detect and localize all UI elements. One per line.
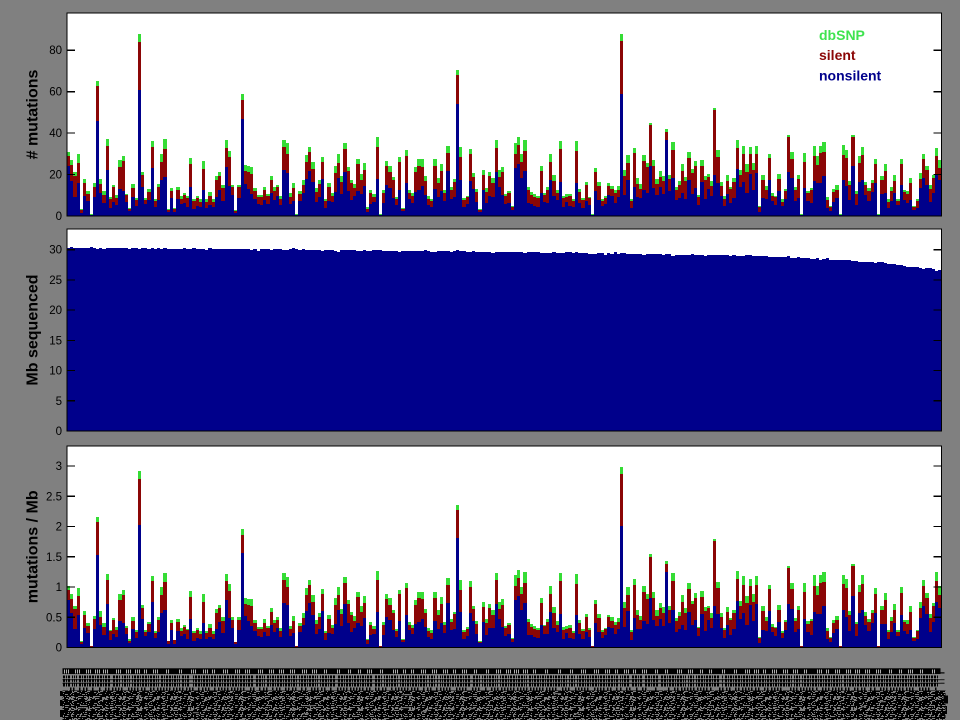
svg-text:# mutations: # mutations <box>25 70 42 160</box>
svg-text:Mb sequenced: Mb sequenced <box>25 274 42 385</box>
svg-text:dbSNP: dbSNP <box>819 27 865 43</box>
svg-text:0: 0 <box>56 643 62 655</box>
svg-text:30: 30 <box>49 245 62 257</box>
svg-text:0: 0 <box>56 426 62 438</box>
svg-text:2: 2 <box>56 522 62 534</box>
svg-text:0.5: 0.5 <box>46 612 62 624</box>
svg-text:15: 15 <box>49 335 62 347</box>
svg-text:1.5: 1.5 <box>46 552 62 564</box>
svg-text:80: 80 <box>49 45 62 57</box>
svg-text:mutations / Mb: mutations / Mb <box>25 490 42 603</box>
svg-text:5: 5 <box>56 396 62 408</box>
svg-text:3: 3 <box>56 461 62 473</box>
svg-text:nonsilent: nonsilent <box>819 68 882 84</box>
svg-text:silent: silent <box>819 47 856 63</box>
svg-text:20: 20 <box>49 305 62 317</box>
svg-text:1: 1 <box>56 582 62 594</box>
svg-text:40: 40 <box>49 128 62 140</box>
svg-text:25: 25 <box>49 275 62 287</box>
svg-text:10: 10 <box>49 366 62 378</box>
svg-text:20: 20 <box>49 170 62 182</box>
svg-text:0: 0 <box>56 211 62 223</box>
svg-text:60: 60 <box>49 87 62 99</box>
svg-text:2.5: 2.5 <box>46 491 62 503</box>
